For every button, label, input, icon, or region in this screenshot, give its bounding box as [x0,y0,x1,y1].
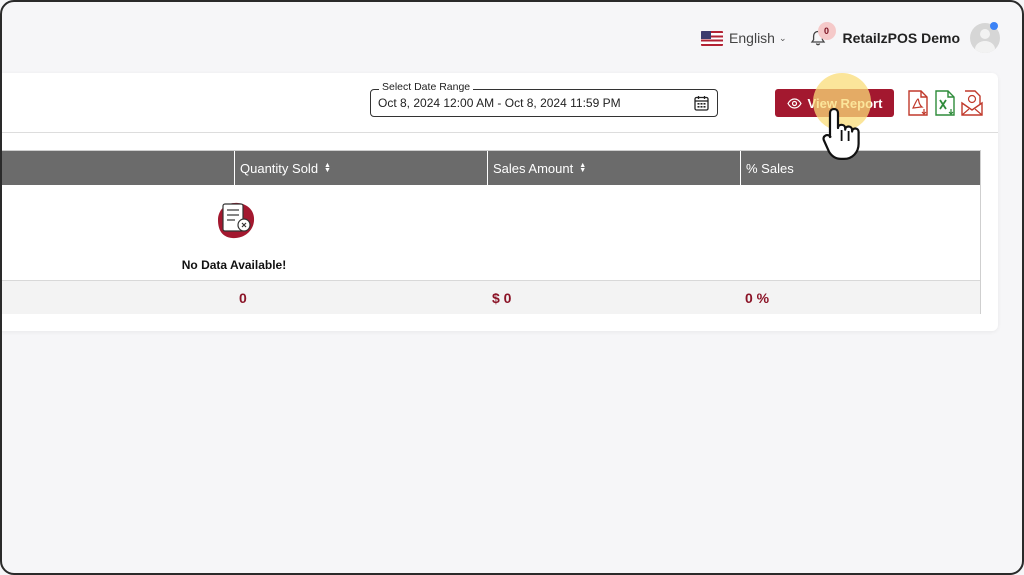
report-card: Select Date Range Oct 8, 2024 12:00 AM -… [0,73,998,331]
sales-report-table: Quantity Sold ▲ ▼ Sales Amount ▲ ▼ % Sales [0,150,981,314]
date-range-value: Oct 8, 2024 12:00 AM - Oct 8, 2024 11:59… [378,96,621,110]
date-range-picker[interactable]: Select Date Range Oct 8, 2024 12:00 AM -… [370,81,718,117]
total-amount: $ 0 [492,290,512,306]
language-label: English [729,30,775,46]
column-header-percent-sales: % Sales [741,151,980,185]
view-report-button[interactable]: View Report [775,89,894,117]
table-header: Quantity Sold ▲ ▼ Sales Amount ▲ ▼ % Sales [0,151,980,185]
total-quantity: 0 [239,290,247,306]
calendar-icon[interactable] [694,95,709,111]
totals-row: 0 $ 0 0 % [0,280,980,314]
notification-badge: 0 [817,22,836,40]
pdf-export-icon[interactable] [907,90,929,116]
column-label: Sales Amount [493,160,574,176]
column-header-blank [0,151,235,185]
column-label: Quantity Sold [240,160,319,176]
report-toolbar: Select Date Range Oct 8, 2024 12:00 AM -… [0,73,998,133]
sort-icon[interactable]: ▲ ▼ [324,162,331,174]
column-label: % Sales [746,160,794,176]
view-report-label: View Report [807,95,883,111]
sort-icon[interactable]: ▲ ▼ [579,162,586,174]
chevron-down-icon: ⌄ [778,32,787,43]
no-data-icon [218,202,255,239]
column-header-quantity-sold[interactable]: Quantity Sold ▲ ▼ [235,151,488,185]
flag-us-icon [701,30,724,46]
export-actions [907,90,983,116]
eye-icon [786,97,802,109]
column-header-sales-amount[interactable]: Sales Amount ▲ ▼ [488,151,741,185]
user-name[interactable]: RetailzPOS Demo [843,30,960,46]
empty-state: No Data Available! [0,185,980,280]
online-status-dot [990,22,998,30]
top-bar: English ⌄ 0 RetailzPOS Demo [701,16,1000,60]
empty-state-message: No Data Available! [181,258,287,272]
email-export-icon[interactable] [961,90,983,116]
excel-export-icon[interactable] [934,90,956,116]
language-selector[interactable]: English ⌄ [701,30,787,46]
total-percent: 0 % [745,290,770,306]
notifications-button[interactable]: 0 [805,22,836,51]
date-range-label: Select Date Range [379,81,474,93]
